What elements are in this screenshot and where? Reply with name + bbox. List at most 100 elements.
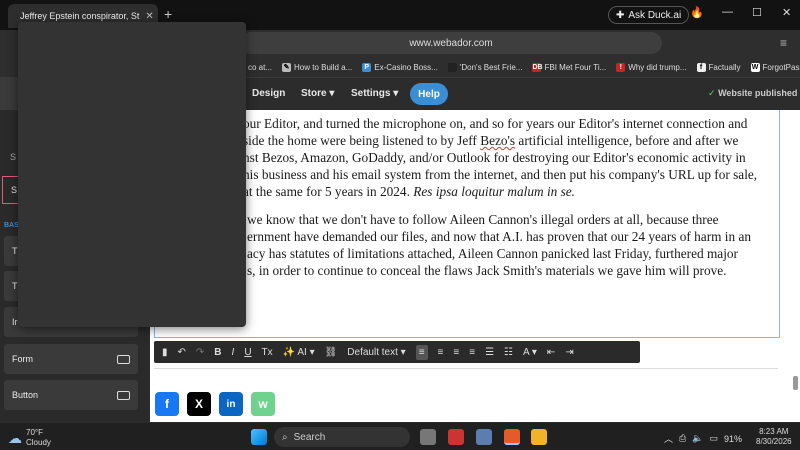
tab-title: Jeffrey Epstein conspirator, St [20, 11, 140, 21]
duckduckgo-icon[interactable] [504, 429, 520, 445]
nav-design[interactable]: Design [252, 88, 285, 99]
bookmark-item[interactable]: ✎ How to Build a... [282, 63, 352, 72]
text-line: at the same for 5 years in 2024. Res ips… [243, 184, 576, 199]
chevron-up-icon[interactable]: ︿ [664, 432, 673, 445]
text-line: acy has statutes of limitations attached… [247, 246, 738, 261]
x-share-button[interactable]: X [187, 392, 211, 416]
app-icon[interactable] [448, 429, 464, 445]
bookmark-favicon-icon: DB [532, 63, 543, 72]
text-block[interactable]: our Editor, and turned the microphone on… [154, 110, 780, 338]
minimize-button[interactable]: — [722, 6, 733, 18]
chat-icon: ✚ [616, 9, 625, 21]
align-center-icon[interactable]: ≡ [438, 347, 444, 358]
file-explorer-icon[interactable] [531, 429, 547, 445]
bookmark-item[interactable]: DB FBI Met Four Ti... [532, 63, 606, 72]
fire-icon[interactable]: 🔥 [690, 6, 704, 19]
text-line: we know that we don't have to follow Ail… [247, 212, 719, 227]
text-color-icon[interactable]: A ▾ [523, 347, 537, 358]
system-tray: ︿ ⎙ 🔈 ▭ 91% [664, 432, 742, 445]
redo-icon[interactable]: ↷ [196, 347, 204, 358]
link-icon[interactable]: ⛓ [325, 347, 338, 358]
italic-button[interactable]: I [232, 347, 235, 358]
text-formatting-toolbar: ▮ ↶ ↷ B I U Tx ✨ AI ▾ ⛓ Default text ▾ ≡… [154, 341, 640, 363]
text-line: ernment have demanded our files, and now… [247, 229, 752, 244]
text-line: our Editor, and turned the microphone on… [243, 116, 748, 131]
outdent-icon[interactable]: ⇤ [547, 347, 555, 358]
check-icon: ✓ [708, 88, 716, 98]
align-right-icon[interactable]: ≡ [453, 347, 459, 358]
text-line: side the home were being listened to by … [243, 133, 739, 148]
bookmark-favicon-icon: f [696, 63, 706, 72]
undo-icon[interactable]: ↶ [178, 347, 186, 358]
bookmark-item[interactable]: 'Don's Best Frie... [447, 63, 522, 72]
volume-icon[interactable]: 🔈 [692, 433, 703, 444]
nav-settings[interactable]: Settings ▾ [351, 88, 398, 99]
task-view-icon[interactable] [420, 429, 436, 445]
address-bar[interactable]: www.webador.com [240, 32, 662, 54]
indent-icon[interactable]: ⇥ [565, 347, 573, 358]
tab-preview-popup [18, 22, 246, 327]
justify-icon[interactable]: ≡ [469, 347, 475, 358]
weather-condition: Cloudy [26, 438, 51, 447]
text-style-dropdown[interactable]: Default text ▾ [347, 347, 405, 358]
latin-phrase: Res ipsa loquitur malum in se. [413, 184, 576, 199]
app-icon[interactable] [476, 429, 492, 445]
clock[interactable]: 8:23 AM 8/30/2026 [756, 427, 792, 447]
maximize-button[interactable]: ☐ [752, 6, 762, 19]
text-line: s, in order to continue to conceal the f… [247, 263, 727, 278]
text-line: his business and his email system from t… [243, 167, 758, 182]
clear-format-icon[interactable]: Tx [262, 347, 273, 358]
sidebar-partial: S [10, 152, 17, 162]
battery-icon[interactable]: ▭ [709, 433, 718, 444]
underline-button[interactable]: U [244, 347, 251, 358]
ask-duck-button[interactable]: ✚ Ask Duck.ai [608, 6, 690, 24]
start-button[interactable] [251, 429, 267, 445]
bookmark-favicon-icon: ✎ [282, 63, 292, 72]
temperature: 70°F [26, 428, 43, 437]
bookmark-item[interactable]: ! Why did trump... [616, 63, 687, 72]
help-button[interactable]: Help [410, 83, 448, 105]
divider [154, 368, 778, 369]
bookmark-item[interactable]: WForgotPassword [750, 63, 800, 72]
nav-store[interactable]: Store ▾ [301, 88, 334, 99]
cloud-icon: ☁ [8, 430, 22, 446]
search-label: Search [293, 431, 326, 443]
whatsapp-share-button[interactable]: w [251, 392, 275, 416]
network-icon[interactable]: ⎙ [679, 433, 686, 444]
text-line: nst Bezos, Amazon, GoDaddy, and/or Outlo… [243, 150, 746, 165]
publish-status: ✓ Website published [708, 88, 797, 99]
button-icon [117, 390, 130, 400]
numbered-list-icon[interactable]: ☷ [504, 347, 513, 358]
weather-widget[interactable]: ☁ 70°F Cloudy [8, 428, 51, 448]
bold-button[interactable]: B [214, 347, 221, 358]
sidebar-item-label: Form [12, 354, 33, 364]
scrollbar-thumb[interactable] [793, 376, 798, 390]
date: 8/30/2026 [756, 437, 792, 446]
close-tab-icon[interactable]: ✕ [145, 11, 153, 22]
browser-menu-icon[interactable]: ≡ [780, 36, 787, 50]
battery-percent: 91% [723, 433, 742, 444]
bookmark-favicon-icon [447, 63, 457, 72]
publish-status-label: Website published [718, 88, 798, 98]
taskbar-search[interactable]: ⌕ Search [274, 427, 410, 447]
bookmark-item[interactable]: co at... [248, 63, 272, 72]
bookmark-favicon-icon: W [750, 63, 760, 72]
new-tab-button[interactable]: + [164, 6, 172, 22]
bookmark-item[interactable]: P Ex-Casino Boss... [362, 63, 438, 72]
sidebar-section-label: BAS [4, 222, 19, 229]
drag-handle-icon[interactable]: ▮ [162, 347, 168, 358]
bookmark-favicon-icon: P [362, 63, 372, 72]
ai-button[interactable]: ✨ AI ▾ [283, 347, 315, 358]
bookmark-item[interactable]: f Factually [696, 63, 741, 72]
search-icon: ⌕ [282, 431, 288, 443]
sidebar-item-button[interactable]: Button [4, 380, 138, 410]
sidebar-item-form[interactable]: Form [4, 344, 138, 374]
close-window-button[interactable]: ✕ [782, 6, 791, 19]
facebook-share-button[interactable]: f [155, 392, 179, 416]
bullet-list-icon[interactable]: ☰ [485, 347, 494, 358]
align-left-icon[interactable]: ≡ [415, 344, 428, 360]
bookmark-favicon-icon: ! [616, 63, 626, 72]
ask-duck-label: Ask Duck.ai [628, 9, 682, 21]
time: 8:23 AM [759, 427, 789, 436]
linkedin-share-button[interactable]: in [219, 392, 243, 416]
